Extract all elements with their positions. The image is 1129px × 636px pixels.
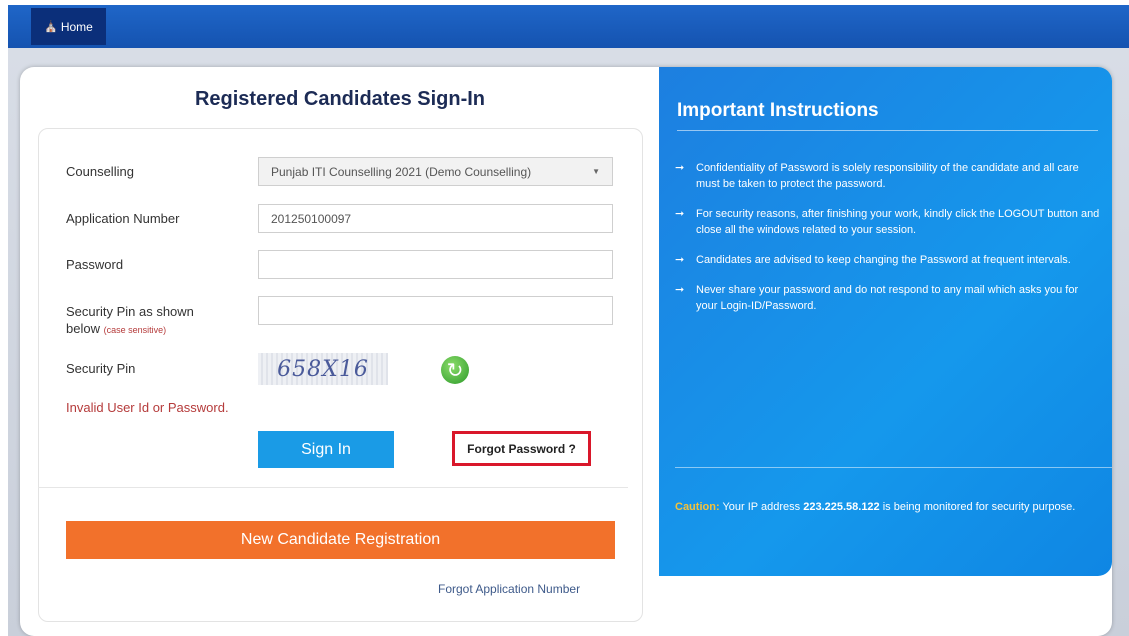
caution-label: Caution:: [675, 501, 720, 513]
instruction-item: ➞ Confidentiality of Password is solely …: [675, 160, 1100, 192]
counselling-label: Counselling: [66, 164, 134, 179]
arrow-right-icon: ➞: [675, 162, 685, 174]
security-pin-label-line2: below: [66, 321, 100, 336]
password-label: Password: [66, 257, 124, 272]
security-pin-input[interactable]: [258, 296, 613, 325]
nav-home-label: Home: [60, 19, 93, 34]
instruction-text: Candidates are advised to keep changing …: [696, 254, 1071, 266]
new-candidate-registration-button[interactable]: New Candidate Registration: [66, 521, 615, 559]
case-sensitive-note: (case sensitive): [103, 325, 167, 335]
caution-notice: Caution: Your IP address 223.225.58.122 …: [675, 499, 1105, 515]
instructions-title: Important Instructions: [677, 100, 879, 121]
arrow-right-icon: ➞: [675, 254, 685, 266]
instruction-text: Confidentiality of Password is solely re…: [696, 162, 1079, 190]
instructions-panel: Important Instructions ➞ Confidentiality…: [659, 67, 1112, 576]
arrow-right-icon: ➞: [675, 284, 685, 296]
nav-home-button[interactable]: ⛪ Home: [31, 8, 106, 45]
instruction-item: ➞ For security reasons, after finishing …: [675, 206, 1100, 238]
caution-divider: [675, 467, 1112, 468]
forgot-application-number-link[interactable]: Forgot Application Number: [438, 582, 580, 596]
application-number-input[interactable]: 201250100097: [258, 204, 613, 233]
top-navbar: [8, 5, 1129, 48]
instruction-text: Never share your password and do not res…: [696, 284, 1079, 312]
counselling-select-value: Punjab ITI Counselling 2021 (Demo Counse…: [271, 164, 532, 179]
signin-title: Registered Candidates Sign-In: [194, 88, 486, 110]
counselling-select[interactable]: Punjab ITI Counselling 2021 (Demo Counse…: [258, 157, 613, 186]
error-message: Invalid User Id or Password.: [66, 400, 229, 415]
instruction-item: ➞ Never share your password and do not r…: [675, 282, 1100, 314]
sign-in-button[interactable]: Sign In: [258, 431, 394, 468]
chevron-down-icon: ▼: [592, 167, 600, 176]
instruction-item: ➞ Candidates are advised to keep changin…: [675, 252, 1100, 268]
arrow-right-icon: ➞: [675, 208, 685, 220]
application-number-label: Application Number: [66, 211, 180, 226]
refresh-icon[interactable]: ↻: [441, 356, 469, 384]
caution-text-2: is being monitored for security purpose.: [879, 501, 1076, 513]
form-divider: [38, 487, 628, 488]
captcha-image: 658X16: [258, 353, 388, 385]
ip-address: 223.225.58.122: [803, 501, 880, 513]
security-pin-input-label: Security Pin as shown below (case sensit…: [66, 303, 194, 339]
captcha-label: Security Pin: [66, 361, 136, 376]
forgot-password-link[interactable]: Forgot Password ?: [452, 431, 591, 466]
instruction-text: For security reasons, after finishing yo…: [696, 208, 1100, 236]
home-icon: ⛪: [44, 21, 58, 33]
password-input[interactable]: [258, 250, 613, 279]
instructions-list: ➞ Confidentiality of Password is solely …: [675, 160, 1100, 328]
caution-text-1: Your IP address: [719, 501, 804, 513]
instructions-title-divider: [677, 130, 1098, 131]
security-pin-label-line1: Security Pin as shown: [66, 304, 194, 319]
